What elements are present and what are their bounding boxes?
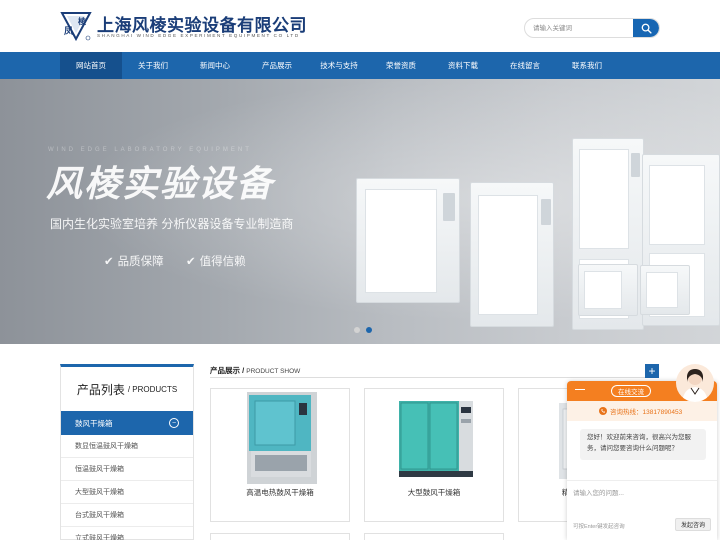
banner-equipment	[356, 178, 460, 303]
sidebar-item-label: 鼓风干燥箱	[75, 418, 113, 428]
nav-home[interactable]: 网站首页	[60, 52, 122, 79]
sidebar-title: 产品列表 / PRODUCTS	[61, 367, 193, 411]
main-navigation: 网站首页 关于我们 新闻中心 产品展示 技术与支持 荣誉资质 资料下载 在线留言…	[0, 52, 720, 79]
nav-news[interactable]: 新闻中心	[184, 52, 246, 79]
sidebar-item[interactable]: 数显恒温鼓风干燥箱	[61, 435, 193, 458]
add-icon[interactable]: +	[645, 364, 659, 378]
banner-feature: ✔ 值得信赖	[186, 253, 246, 269]
online-chat-widget: — 在线交流 咨询热线：13817890453 您好！欢迎前来咨询，很高兴为您服…	[567, 381, 717, 540]
company-name-english: SHANGHAI WIND EDGE EXPERIMENT EQUIPMENT …	[97, 33, 300, 38]
chat-hotline: 咨询热线：13817890453	[567, 401, 717, 421]
site-header: 凤 棱 上海风棱实验设备有限公司 SHANGHAI WIND EDGE EXPE…	[0, 0, 720, 52]
chat-hint: 可按Enter键发起咨询	[573, 524, 625, 530]
product-card[interactable]: 高温电热鼓风干燥箱	[210, 388, 350, 522]
check-icon: ✔	[104, 256, 114, 268]
logo-glyph-1: 凤	[64, 26, 73, 37]
sidebar-title-en: / PRODUCTS	[127, 384, 178, 394]
search-input[interactable]	[525, 19, 635, 37]
nav-support[interactable]: 技术与支持	[308, 52, 370, 79]
products-title-zh: 产品展示 /	[210, 366, 245, 375]
product-card-next-row	[210, 533, 350, 540]
sidebar-item[interactable]: 恒温鼓风干燥箱	[61, 458, 193, 481]
slider-dot-active[interactable]	[366, 327, 372, 333]
products-section-title: 产品展示 / PRODUCT SHOW	[210, 365, 300, 376]
products-title-en: PRODUCT SHOW	[246, 368, 301, 375]
nav-about[interactable]: 关于我们	[122, 52, 184, 79]
banner-feature-label: 品质保障	[117, 256, 164, 268]
nav-downloads[interactable]: 资料下载	[432, 52, 494, 79]
product-category-sidebar: 产品列表 / PRODUCTS 鼓风干燥箱 − 数显恒温鼓风干燥箱 恒温鼓风干燥…	[60, 364, 194, 540]
expand-icon[interactable]: −	[169, 418, 179, 428]
products-section-header: 产品展示 / PRODUCT SHOW	[210, 364, 658, 378]
banner-title: 风棱实验设备	[46, 163, 275, 204]
banner-feature-label: 值得信赖	[199, 256, 246, 268]
nav-honors[interactable]: 荣誉资质	[370, 52, 432, 79]
hero-banner[interactable]: WIND EDGE LABORATORY EQUIPMENT 风棱实验设备 国内…	[0, 79, 720, 344]
chat-input[interactable]	[573, 487, 711, 499]
product-image	[399, 401, 473, 477]
search-box	[524, 18, 660, 38]
sidebar-item[interactable]: 立式鼓风干燥箱	[61, 527, 193, 540]
agent-avatar	[676, 364, 714, 402]
logo-glyph-2: 棱	[78, 16, 87, 26]
product-card-next-row	[364, 533, 504, 540]
nav-contact[interactable]: 联系我们	[556, 52, 618, 79]
product-image	[247, 392, 317, 484]
company-logo[interactable]: 凤 棱	[60, 10, 92, 42]
product-card-label: 高温电热鼓风干燥箱	[246, 488, 314, 497]
product-card-label: 大型鼓风干燥箱	[407, 488, 461, 497]
banner-equipment	[640, 265, 690, 315]
phone-icon	[599, 407, 607, 415]
banner-equipment	[578, 264, 638, 316]
nav-products[interactable]: 产品展示	[246, 52, 308, 79]
sidebar-title-zh: 产品列表	[76, 382, 125, 397]
banner-subtitle: 国内生化实验室培养 分析仪器设备专业制造商	[50, 217, 294, 231]
banner-equipment	[470, 182, 554, 327]
nav-message[interactable]: 在线留言	[494, 52, 556, 79]
banner-feature: ✔ 品质保障	[104, 253, 164, 269]
chat-hotline-text: 咨询热线：13817890453	[610, 409, 683, 416]
search-button[interactable]	[633, 19, 659, 37]
chat-send-button[interactable]: 发起咨询	[675, 518, 711, 531]
slider-dot[interactable]	[354, 327, 360, 333]
sidebar-item[interactable]: 台式鼓风干燥箱	[61, 504, 193, 527]
minimize-button[interactable]: —	[575, 384, 585, 395]
chat-greeting-message: 您好！欢迎前来咨询，很高兴为您服务，请问您要咨询什么问题呢？	[580, 429, 706, 460]
banner-faint-text: WIND EDGE LABORATORY EQUIPMENT	[48, 147, 252, 153]
search-icon	[641, 23, 652, 34]
product-card[interactable]: 大型鼓风干燥箱	[364, 388, 504, 522]
check-icon: ✔	[186, 256, 196, 268]
chat-input-area	[567, 480, 717, 514]
sidebar-item-active[interactable]: 鼓风干燥箱 −	[61, 411, 193, 435]
chat-online-label[interactable]: 在线交流	[611, 385, 651, 397]
sidebar-item[interactable]: 大型鼓风干燥箱	[61, 481, 193, 504]
